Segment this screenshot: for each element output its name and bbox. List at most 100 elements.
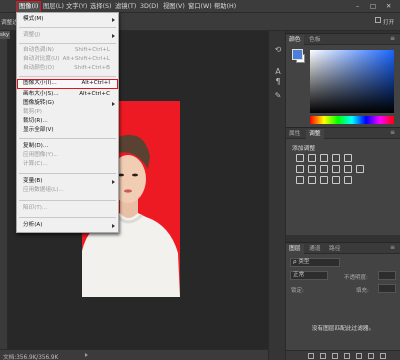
invert-icon[interactable] [296,176,304,184]
panel-menu-icon[interactable]: ≡ [390,245,397,251]
menu-item-canvas-size[interactable]: 画布大小(S)... Alt+Ctrl+C [17,90,118,99]
menu-separator [19,27,116,28]
lock-label: 锁定: [291,288,304,294]
menu-item-apply-data-set[interactable]: 应用数据组(L)... [17,186,118,195]
tab-paths[interactable]: 路径 [326,244,344,254]
menu-item-label: 画布大小(S)... [23,91,59,97]
menu-item-auto-tone[interactable]: 自动色调(N) Shift+Ctrl+L [17,46,118,55]
link-layers-icon[interactable] [308,353,314,359]
tab-properties[interactable]: 属性 [286,129,304,139]
photo-filter-icon[interactable] [332,165,340,173]
menu-item-duplicate[interactable]: 复制(D)... [17,142,118,151]
hue-saturation-icon[interactable] [296,165,304,173]
menu-item-label: 陷印(T)... [23,205,48,211]
character-icon[interactable]: A [273,67,283,77]
paragraph-icon[interactable]: ¶ [273,77,283,87]
brush-icon[interactable]: ✎ [273,91,283,101]
channel-mixer-icon[interactable] [344,165,352,173]
color-lookup-icon[interactable] [356,165,364,173]
selective-color-icon[interactable] [344,176,352,184]
menu-image[interactable]: 图像(I) [15,1,42,13]
foreground-color-swatch[interactable] [292,49,303,60]
trash-icon[interactable] [380,353,386,359]
layer-mask-icon[interactable] [332,353,338,359]
menu-item-auto-color[interactable]: 自动颜色(O) Shift+Ctrl+B [17,64,118,73]
menu-item-label: 计算(C)... [23,161,48,167]
tab-channels[interactable]: 通道 [306,244,324,254]
document-tab[interactable]: sky [0,31,10,39]
black-white-icon[interactable] [320,165,328,173]
add-adjustment-heading: 添加调整 [292,146,316,152]
panel-menu-icon[interactable]: ≡ [390,36,397,42]
menu-item-label: 自动对比度(U) [23,56,60,62]
menu-item-reveal-all[interactable]: 显示全部(V) [17,126,118,135]
menu-item-shortcut: Shift+Ctrl+B [74,65,110,71]
menu-item-variables[interactable]: 变量(B) [17,177,118,186]
menu-item-trim[interactable]: 裁切(R)... [17,117,118,126]
menu-item-label: 复制(D)... [23,143,49,149]
minimize-icon[interactable]: – [356,2,359,12]
menu-filter[interactable]: 滤镜(T) [115,2,136,12]
tab-swatches[interactable]: 色板 [306,35,324,45]
tab-layers[interactable]: 图层 [286,244,304,254]
fill-field[interactable] [378,284,396,293]
color-balance-icon[interactable] [308,165,316,173]
history-icon[interactable]: ⟲ [273,45,283,55]
curves-icon[interactable] [320,154,328,162]
menu-help[interactable]: 帮助(H) [214,2,236,12]
status-arrow-icon[interactable] [85,353,89,357]
menu-item-image-rotation[interactable]: 图像旋转(G) [17,99,118,108]
menu-type[interactable]: 文字(Y) [66,2,87,12]
color-picker-field[interactable] [310,50,394,113]
close-icon[interactable]: ✕ [386,2,391,12]
posterize-icon[interactable] [308,176,316,184]
menu-item-label: 应用图像(Y)... [23,152,59,158]
vibrance-icon[interactable] [344,154,352,162]
exposure-icon[interactable] [332,154,340,162]
menu-layer[interactable]: 图层(L) [43,2,64,12]
panel-menu-icon[interactable]: ≡ [390,130,397,136]
menu-select[interactable]: 选择(S) [90,2,112,12]
menu-item-label: 模式(M) [23,16,44,22]
open-checkbox[interactable] [375,17,381,23]
menu-item-crop[interactable]: 裁剪(P) [17,108,118,117]
menu-item-apply-image[interactable]: 应用图像(Y)... [17,151,118,160]
restore-icon[interactable]: □ [370,2,376,12]
layers-empty-message: 没有图层匹配此过滤器。 [311,326,375,332]
opacity-field[interactable] [378,271,396,280]
menu-item-label: 裁切(R)... [23,118,48,124]
layers-panel-tabs: 图层 通道 路径 ≡ [286,243,400,254]
blend-mode-select[interactable]: 正常 [290,271,328,280]
adjustment-layer-icon[interactable] [344,353,350,359]
threshold-icon[interactable] [320,176,328,184]
tab-color[interactable]: 颜色 [286,35,304,45]
menu-3d[interactable]: 3D(D) [140,2,159,12]
menu-item-auto-contrast[interactable]: 自动对比度(U) Alt+Shift+Ctrl+L [17,55,118,64]
menu-item-adjustments[interactable]: 调整(J) [17,31,118,40]
color-panel: 颜色 色板 ≡ [286,33,400,127]
document-size-status: 文档:356.9K/356.9K [3,355,59,360]
submenu-arrow-icon [112,18,115,22]
layers-bottom-toolbar [286,350,400,360]
brightness-icon[interactable] [296,154,304,162]
gradient-map-icon[interactable] [332,176,340,184]
color-panel-tabs: 颜色 色板 ≡ [286,34,400,45]
menu-item-analysis[interactable]: 分析(A) [17,221,118,230]
new-group-icon[interactable] [356,353,362,359]
menu-window[interactable]: 窗口(W) [188,2,212,12]
menu-item-calculations[interactable]: 计算(C)... [17,160,118,169]
options-right-label: 打开 [383,20,395,26]
menu-separator [19,217,116,218]
layer-style-icon[interactable] [320,353,326,359]
hue-slider[interactable] [310,116,394,124]
layer-filter-select[interactable]: ρ 类型 [290,258,340,267]
new-layer-icon[interactable] [368,353,374,359]
menu-item-shortcut: Alt+Ctrl+C [79,91,110,97]
levels-icon[interactable] [308,154,316,162]
menu-view[interactable]: 视图(V) [163,2,185,12]
tools-panel [0,31,8,349]
tab-adjustments[interactable]: 调整 [306,129,324,139]
menu-item-trap[interactable]: 陷印(T)... [17,204,118,213]
menu-item-image-size[interactable]: 图像大小(I)... Alt+Ctrl+I [17,79,118,89]
menu-item-mode[interactable]: 模式(M) [17,15,118,24]
